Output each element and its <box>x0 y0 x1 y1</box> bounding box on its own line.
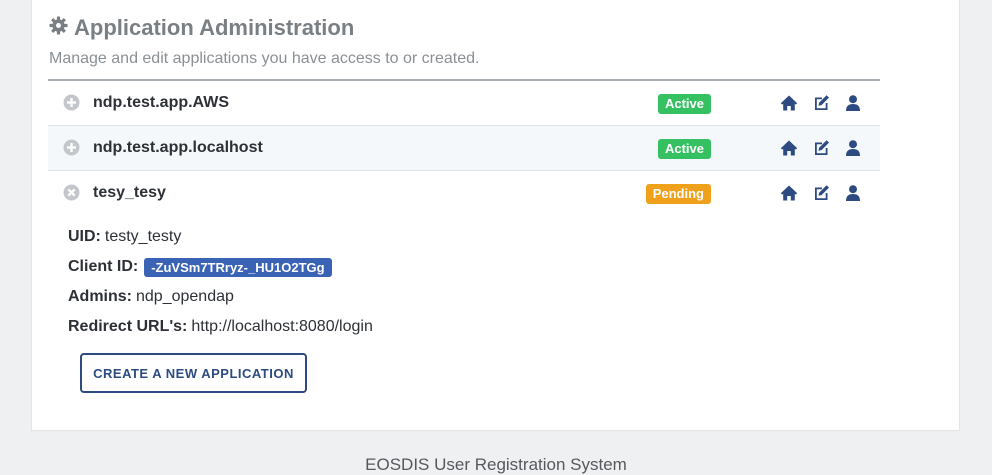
uid-value: testy_testy <box>104 228 182 245</box>
user-icon[interactable] <box>844 184 862 202</box>
section-header: Application Administration Manage and ed… <box>49 14 480 68</box>
plus-circle-icon[interactable] <box>63 94 80 111</box>
edit-icon[interactable] <box>812 139 830 157</box>
application-list: ndp.test.app.AWS Active ndp.test.app.loc… <box>48 79 880 342</box>
close-circle-icon[interactable] <box>63 184 80 201</box>
status-badge: Active <box>657 139 711 159</box>
edit-icon[interactable] <box>812 94 830 112</box>
row-actions <box>780 94 862 112</box>
create-application-button[interactable]: CREATE A NEW APPLICATION <box>80 353 307 393</box>
uid-label: UID: <box>68 228 101 245</box>
application-row: ndp.test.app.localhost Active <box>48 126 880 171</box>
status-badge: Pending <box>645 184 711 204</box>
client-id-value: -ZuVSm7TRryz-_HU1O2TGg <box>144 257 332 277</box>
redirect-url-line: Redirect URL's: http://localhost:8080/lo… <box>68 312 880 342</box>
edit-icon[interactable] <box>812 184 830 202</box>
application-row: tesy_tesy Pending <box>48 171 880 215</box>
gear-icon <box>49 15 68 41</box>
admins-line: Admins: ndp_opendap <box>68 282 880 312</box>
page-subtitle: Manage and edit applications you have ac… <box>49 50 480 67</box>
user-icon[interactable] <box>844 139 862 157</box>
home-icon[interactable] <box>780 94 798 112</box>
plus-circle-icon[interactable] <box>63 139 80 156</box>
application-details: UID: testy_testy Client ID: -ZuVSm7TRryz… <box>48 215 880 342</box>
application-name[interactable]: ndp.test.app.AWS <box>93 94 229 112</box>
application-name[interactable]: ndp.test.app.localhost <box>93 139 263 157</box>
client-id-label: Client ID: <box>68 258 139 275</box>
application-row: ndp.test.app.AWS Active <box>48 81 880 126</box>
redirect-url-label: Redirect URL's: <box>68 318 188 335</box>
redirect-url-value: http://localhost:8080/login <box>191 318 373 335</box>
application-name[interactable]: tesy_tesy <box>93 184 166 202</box>
row-actions <box>780 184 862 202</box>
row-actions <box>780 139 862 157</box>
footer-text: EOSDIS User Registration System <box>365 455 627 474</box>
page-title: Application Administration <box>49 14 480 42</box>
uid-line: UID: testy_testy <box>68 222 880 252</box>
client-id-line: Client ID: -ZuVSm7TRryz-_HU1O2TGg <box>68 252 880 282</box>
home-icon[interactable] <box>780 139 798 157</box>
admins-label: Admins: <box>68 288 132 305</box>
status-badge: Active <box>657 94 711 114</box>
user-icon[interactable] <box>844 94 862 112</box>
page-title-text: Application Administration <box>74 15 355 40</box>
home-icon[interactable] <box>780 184 798 202</box>
admins-value: ndp_opendap <box>136 288 234 305</box>
